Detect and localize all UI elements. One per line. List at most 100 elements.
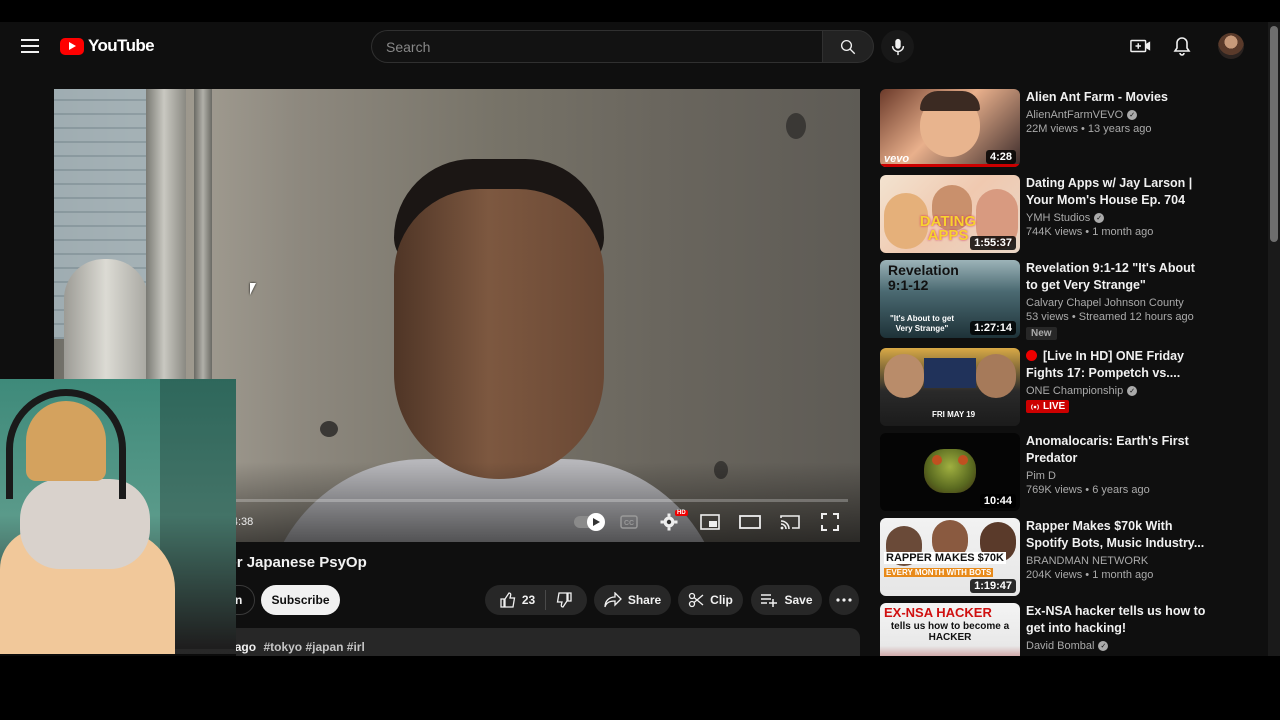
thumb-rapper-subtitle: EVERY MONTH WITH BOTS (884, 568, 994, 577)
hd-badge: HD (675, 510, 688, 516)
recommendation-channel[interactable]: YMH Studios (1026, 212, 1090, 224)
verified-icon: ✓ (1098, 641, 1109, 651)
miniplayer-icon (700, 514, 720, 530)
captions-button[interactable]: CC (619, 512, 639, 532)
page-scrollbar[interactable] (1268, 22, 1280, 656)
headphones (6, 389, 126, 499)
thumb-revelation-label: Revelation 9:1-12 (888, 262, 959, 293)
menu-icon[interactable] (18, 34, 42, 58)
video-thumbnail[interactable]: DATING APPS 1:55:37 (880, 175, 1020, 253)
search-box (371, 30, 822, 63)
thumb-revelation-subtitle: "It's About to get Very Strange" (889, 314, 955, 333)
thumb-dating-apps-label: DATING APPS (919, 213, 977, 244)
bell-icon (1173, 37, 1191, 56)
more-actions-button[interactable] (829, 585, 859, 615)
theater-mode-icon (739, 515, 761, 529)
video-frame-wall-hole (320, 421, 338, 437)
recommendation-stats: 769K views • 6 years ago (1026, 484, 1150, 496)
recommendation-channel[interactable]: David Bombal (1026, 640, 1094, 652)
video-duration: 10:44 (979, 494, 1016, 508)
youtube-logo[interactable]: YouTube (60, 36, 155, 56)
play-icon (593, 518, 600, 526)
video-thumbnail[interactable]: FRI MAY 19 (880, 348, 1020, 426)
recommendation-title[interactable]: Alien Ant Farm - Movies (1026, 89, 1210, 106)
clip-button[interactable]: Clip (678, 585, 743, 615)
verified-icon: ✓ (1094, 213, 1105, 223)
miniplayer-button[interactable] (699, 512, 721, 532)
recommendation-stats: 744K views • 1 month ago (1026, 226, 1154, 238)
video-thumbnail[interactable]: EX-NSA HACKER tells us how to become a H… (880, 603, 1020, 656)
video-duration: 1:27:14 (970, 321, 1016, 335)
fullscreen-button[interactable] (820, 512, 840, 532)
thumb-date-label: FRI MAY 19 (932, 410, 976, 419)
like-button[interactable]: 23 (490, 585, 545, 615)
search-button[interactable] (822, 30, 874, 63)
logo-text: YouTube (88, 36, 155, 55)
cast-button[interactable] (779, 512, 801, 532)
like-dislike-group: 23 (485, 585, 587, 615)
recommendation-title[interactable]: Anomalocaris: Earth's First Predator (1026, 433, 1210, 467)
create-button[interactable] (1128, 34, 1154, 58)
video-frame-wall-hole (786, 113, 806, 139)
scrollbar-thumb[interactable] (1270, 26, 1278, 242)
recommendation-item[interactable]: DATING APPS 1:55:37 Dating Apps w/ Jay L… (880, 175, 1210, 255)
recommendation-channel[interactable]: Calvary Chapel Johnson County (1026, 297, 1184, 309)
os-top-bar (0, 0, 1280, 22)
recommendation-item[interactable]: EX-NSA HACKER tells us how to become a H… (880, 603, 1210, 656)
live-broadcast-icon (1031, 403, 1039, 410)
video-thumbnail[interactable]: 10:44 (880, 433, 1020, 511)
video-thumbnail[interactable]: Revelation 9:1-12 "It's About to get Ver… (880, 260, 1020, 338)
video-duration: 4:28 (985, 150, 1016, 164)
recommendation-title[interactable]: Ex-NSA hacker tells us how to get into h… (1026, 603, 1210, 637)
recommendation-item[interactable]: Revelation 9:1-12 "It's About to get Ver… (880, 260, 1210, 340)
playlist-add-icon (761, 594, 778, 607)
video-thumbnail[interactable]: vevo 4:28 (880, 89, 1020, 167)
recommendation-channel[interactable]: Pim D (1026, 470, 1056, 482)
verified-icon: ✓ (1127, 386, 1138, 396)
svg-text:CC: CC (624, 520, 634, 527)
recommendation-channel[interactable]: BRANDMAN NETWORK (1026, 555, 1148, 567)
new-badge: New (1026, 327, 1057, 340)
recommendation-title[interactable]: Dating Apps w/ Jay Larson | Your Mom's H… (1026, 175, 1210, 209)
microphone-icon (891, 38, 904, 55)
recommendation-channel[interactable]: ONE Championship (1026, 385, 1123, 397)
live-indicator-icon (1026, 350, 1037, 361)
thumbs-down-icon (556, 592, 572, 608)
share-button[interactable]: Share (594, 585, 671, 615)
voice-search-button[interactable] (881, 30, 914, 63)
recommendation-item[interactable]: RAPPER MAKES $70K EVERY MONTH WITH BOTS … (880, 518, 1210, 598)
recommendation-item[interactable]: 10:44 Anomalocaris: Earth's First Predat… (880, 433, 1210, 513)
recommendation-item[interactable]: vevo 4:28 Alien Ant Farm - Movies AlienA… (880, 89, 1210, 169)
more-horizontal-icon (836, 598, 852, 602)
thumb-vevo-label: vevo (884, 153, 910, 165)
os-bottom-bar (0, 656, 1280, 720)
search-input[interactable] (372, 31, 822, 62)
account-avatar[interactable] (1218, 33, 1244, 59)
recommendation-title[interactable]: Revelation 9:1-12 "It's About to get Ver… (1026, 260, 1210, 294)
dislike-button[interactable] (546, 585, 582, 615)
theater-mode-button[interactable] (739, 512, 761, 532)
video-duration: 1:55:37 (970, 236, 1016, 250)
masthead: YouTube (0, 22, 1268, 70)
hashtags[interactable]: #tokyo #japan #irl (263, 640, 364, 654)
recommendation-title[interactable]: Rapper Makes $70k With Spotify Bots, Mus… (1026, 518, 1210, 552)
recommendation-title[interactable]: [Live In HD] ONE Friday Fights 17: Pompe… (1026, 348, 1210, 382)
autoplay-toggle[interactable] (572, 512, 605, 532)
mouse-cursor (250, 283, 256, 295)
notifications-button[interactable] (1170, 34, 1194, 58)
recommendation-stats: 53 views • Streamed 12 hours ago (1026, 311, 1194, 323)
thumbs-up-icon (500, 592, 516, 608)
recommendation-item[interactable]: FRI MAY 19 [Live In HD] ONE Friday Fight… (880, 348, 1210, 428)
recommendation-stats: 204K views • 1 month ago (1026, 569, 1154, 581)
captions-icon: CC (620, 515, 638, 529)
youtube-play-icon (60, 37, 84, 55)
recommendation-channel[interactable]: AlienAntFarmVEVO (1026, 109, 1123, 121)
thumb-hacker-subtitle: tells us how to become a HACKER (890, 621, 1010, 643)
subscribe-button[interactable]: Subscribe (261, 585, 340, 615)
video-duration: 1:19:47 (970, 579, 1016, 593)
save-button[interactable]: Save (751, 585, 822, 615)
video-thumbnail[interactable]: RAPPER MAKES $70K EVERY MONTH WITH BOTS … (880, 518, 1020, 596)
cast-icon (780, 515, 800, 530)
share-label: Share (627, 593, 662, 607)
like-count: 23 (521, 593, 536, 607)
